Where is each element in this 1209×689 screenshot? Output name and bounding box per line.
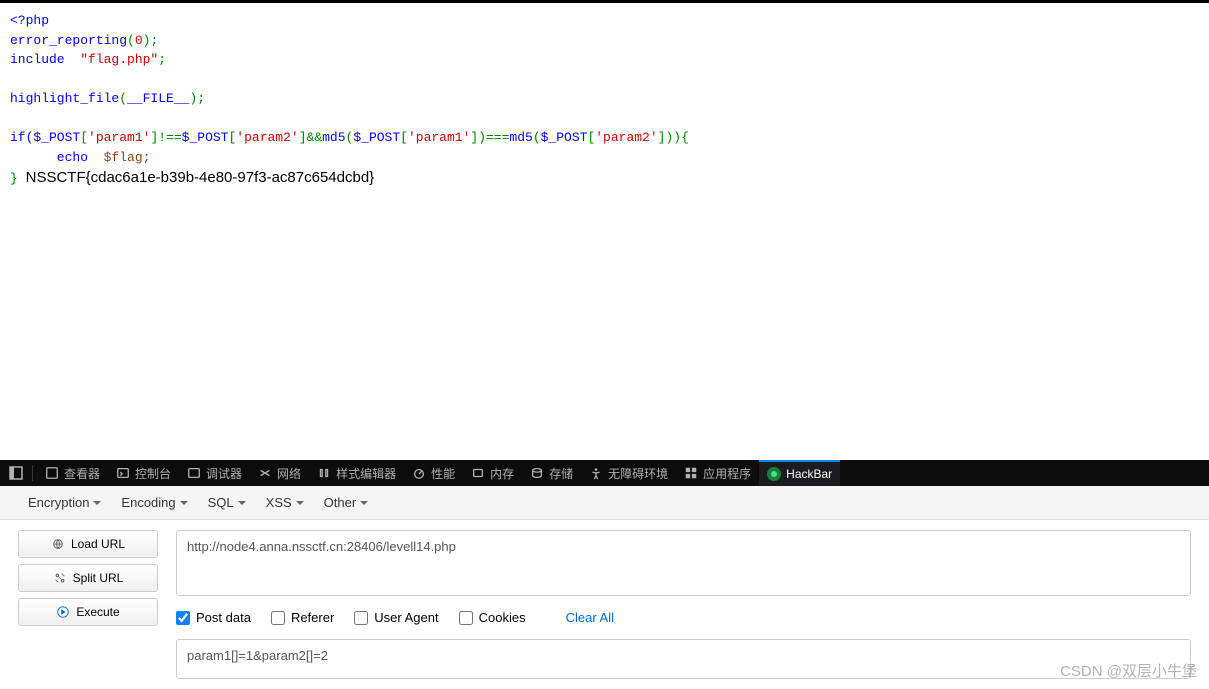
tab-network[interactable]: 网络 — [250, 460, 309, 486]
tab-debugger[interactable]: 调试器 — [179, 460, 250, 486]
tab-storage[interactable]: 存储 — [522, 460, 581, 486]
style-icon — [317, 466, 331, 480]
tab-accessibility[interactable]: 无障碍环境 — [581, 460, 676, 486]
accessibility-icon — [589, 466, 603, 480]
chevron-down-icon — [360, 501, 368, 505]
tab-inspector[interactable]: 查看器 — [37, 460, 108, 486]
tab-application[interactable]: 应用程序 — [676, 460, 759, 486]
checkbox-post-data[interactable]: Post data — [176, 610, 251, 625]
tab-console[interactable]: 控制台 — [108, 460, 179, 486]
load-url-button[interactable]: Load URL — [18, 530, 158, 558]
checkbox-referer[interactable]: Referer — [271, 610, 334, 625]
hackbar-icon — [767, 467, 781, 481]
chevron-down-icon — [93, 501, 101, 505]
tab-hackbar[interactable]: HackBar — [759, 460, 840, 486]
storage-icon — [530, 466, 544, 480]
load-url-icon — [51, 537, 65, 551]
dropdown-encoding[interactable]: Encoding — [111, 495, 197, 510]
devtools-panel: 查看器 控制台 调试器 网络 样式编辑器 性能 内存 存储 无障碍环境 应用程序… — [0, 460, 1209, 689]
split-url-button[interactable]: Split URL — [18, 564, 158, 592]
checkbox-user-agent[interactable]: User Agent — [354, 610, 438, 625]
hackbar-body: Load URL Split URL Execute Post data Ref… — [0, 520, 1209, 689]
url-input[interactable] — [176, 530, 1191, 596]
flag-output: NSSCTF{cdac6a1e-b39b-4e80-97f3-ac87c654d… — [26, 169, 375, 186]
performance-icon — [412, 466, 426, 480]
network-icon — [258, 466, 272, 480]
dropdown-other[interactable]: Other — [314, 495, 379, 510]
hackbar-toolbar: Encryption Encoding SQL XSS Other — [0, 486, 1209, 520]
checkbox-cookies[interactable]: Cookies — [459, 610, 526, 625]
split-url-icon — [53, 571, 67, 585]
memory-icon — [471, 466, 485, 480]
dropdown-encryption[interactable]: Encryption — [18, 495, 111, 510]
php-source-code: <?php error_reporting(0); include "flag.… — [0, 3, 1209, 198]
tab-style[interactable]: 样式编辑器 — [309, 460, 404, 486]
inspector-icon — [45, 466, 59, 480]
execute-button[interactable]: Execute — [18, 598, 158, 626]
dropdown-sql[interactable]: SQL — [198, 495, 256, 510]
clear-all-link[interactable]: Clear All — [566, 610, 614, 625]
tab-performance[interactable]: 性能 — [404, 460, 463, 486]
chevron-down-icon — [180, 501, 188, 505]
tab-memory[interactable]: 内存 — [463, 460, 522, 486]
application-icon — [684, 466, 698, 480]
debugger-icon — [187, 466, 201, 480]
chevron-down-icon — [238, 501, 246, 505]
post-data-input[interactable] — [176, 639, 1191, 679]
devtools-tab-bar: 查看器 控制台 调试器 网络 样式编辑器 性能 内存 存储 无障碍环境 应用程序… — [0, 460, 1209, 486]
chevron-down-icon — [296, 501, 304, 505]
execute-icon — [56, 605, 70, 619]
dock-icon[interactable] — [8, 465, 24, 481]
dropdown-xss[interactable]: XSS — [256, 495, 314, 510]
console-icon — [116, 466, 130, 480]
